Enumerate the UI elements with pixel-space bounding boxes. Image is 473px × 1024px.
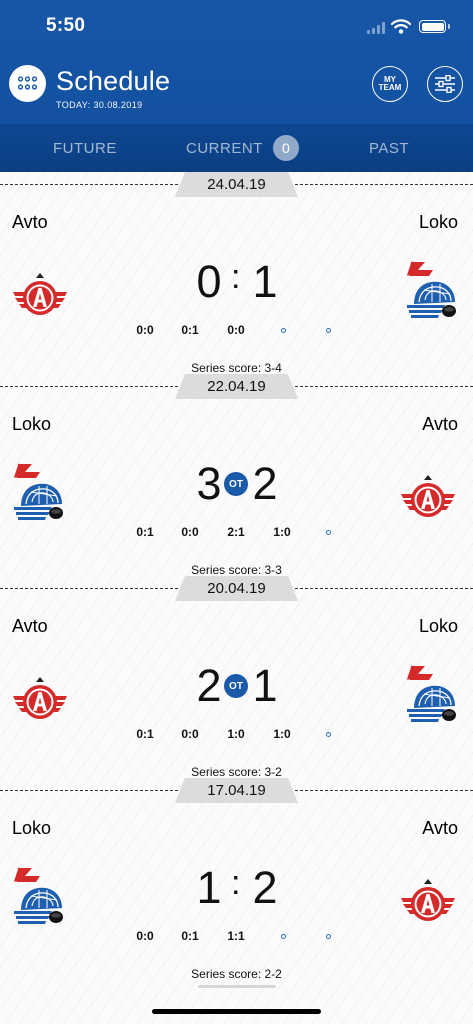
away-team-name: Avto [422, 414, 458, 434]
home-team-avto-logo [12, 674, 68, 728]
away-team-name: Avto [422, 818, 458, 838]
home-team-name: Loko [12, 414, 52, 434]
filter-button[interactable] [427, 66, 463, 102]
period-score: 1:0 [273, 525, 291, 539]
period-score: 0:0 [136, 929, 154, 943]
home-score: 2 [196, 660, 222, 711]
tab-current[interactable]: CURRENT 0 [186, 124, 299, 172]
home-team-avto-logo [12, 270, 68, 324]
series-score: Series score: 3-2 [191, 765, 282, 779]
period-score: 1:0 [227, 727, 245, 741]
away-score: 2 [252, 862, 278, 913]
empty-period-dot [281, 934, 286, 939]
match-card[interactable]: Loko Avto 3 2 OT 0:1 0:0 2:1 1:0 Series score: 3… [0, 400, 473, 577]
empty-period-dot [326, 934, 331, 939]
empty-period-dot [326, 732, 331, 737]
tab-current-count-badge: 0 [272, 135, 299, 161]
cellular-signal-icon [367, 22, 387, 34]
period-score: 0:1 [181, 323, 199, 337]
home-team-loko-logo [12, 462, 66, 526]
menu-button[interactable] [9, 65, 46, 102]
battery-icon [419, 20, 450, 33]
away-team-name: Loko [418, 616, 458, 636]
home-score: 3 [196, 458, 222, 509]
page-title: Schedule [56, 66, 171, 96]
status-time: 5:50 [46, 15, 86, 36]
period-scores: 0:1 0:0 1:0 1:0 [0, 727, 473, 743]
period-score: 0:1 [136, 727, 154, 741]
tab-past[interactable]: PAST [369, 124, 409, 172]
score-separator: : [231, 258, 241, 296]
home-score: 1 [196, 862, 222, 913]
period-score: 2:1 [227, 525, 245, 539]
date-separator: 20.04.19 [0, 576, 473, 602]
period-score: 0:0 [181, 525, 199, 539]
sliders-icon [435, 75, 455, 93]
period-scores: 0:1 0:0 2:1 1:0 [0, 525, 473, 541]
away-team-loko-logo [405, 260, 459, 324]
date-separator: 22.04.19 [0, 374, 473, 400]
match-date: 20.04.19 [175, 576, 298, 601]
period-score: 1:1 [227, 929, 245, 943]
scroll-indicator [198, 985, 276, 988]
home-indicator[interactable] [152, 1009, 321, 1014]
home-score: 0 [196, 256, 222, 307]
home-team-name: Loko [12, 818, 52, 838]
period-score: 0:1 [181, 929, 199, 943]
tab-future[interactable]: FUTURE [53, 124, 117, 172]
my-team-button[interactable]: MY TEAM [372, 66, 408, 102]
series-score: Series score: 2-2 [191, 967, 282, 981]
period-score: 0:0 [136, 323, 154, 337]
my-team-label-line2: TEAM [378, 83, 402, 92]
today-value: 30.08.2019 [93, 100, 143, 110]
overtime-badge: OT [224, 472, 248, 496]
today-date: TODAY: 30.08.2019 [56, 100, 143, 110]
away-team-name: Loko [418, 212, 458, 232]
grid-menu-icon [17, 76, 38, 90]
away-score: 1 [252, 660, 278, 711]
period-scores: 0:0 0:1 1:1 [0, 929, 473, 945]
tab-future-label: FUTURE [53, 139, 117, 157]
match-card[interactable]: Loko Avto 1 2: 0:0 0:1 1:1 Series score: 2-2 [0, 804, 473, 981]
today-label: TODAY: [56, 100, 91, 110]
date-separator: 17.04.19 [0, 778, 473, 804]
away-score: 1 [252, 256, 278, 307]
status-bar: 5:50 [0, 0, 473, 54]
home-team-name: Avto [12, 212, 48, 232]
wifi-icon [391, 19, 411, 34]
period-score: 0:0 [181, 727, 199, 741]
match-card[interactable]: Avto Loko 2 1 OT 0:1 0:0 1:0 1:0 Series score: 3… [0, 602, 473, 779]
empty-period-dot [326, 328, 331, 333]
tab-past-label: PAST [369, 139, 410, 157]
score-separator: : [231, 864, 241, 902]
away-team-avto-logo [400, 876, 456, 930]
home-team-loko-logo [12, 866, 66, 930]
match-card[interactable]: Avto Loko 0 1: 0:0 0:1 0:0 Series score: 3-4 [0, 198, 473, 375]
match-date: 22.04.19 [175, 374, 298, 399]
date-separator: 24.04.19 [0, 172, 473, 198]
empty-period-dot [326, 530, 331, 535]
period-scores: 0:0 0:1 0:0 [0, 323, 473, 339]
series-score: Series score: 3-3 [191, 563, 282, 577]
app-header: 5:50 Schedule TODAY: 30.08.2019 MY TEAM [0, 0, 473, 124]
tab-current-label: CURRENT [186, 139, 263, 157]
schedule-tabs: FUTURE CURRENT 0 PAST [0, 124, 473, 172]
away-team-loko-logo [405, 664, 459, 728]
period-score: 1:0 [273, 727, 291, 741]
match-date: 24.04.19 [175, 172, 298, 197]
period-score: 0:0 [227, 323, 245, 337]
series-score: Series score: 3-4 [191, 361, 282, 375]
period-score: 0:1 [136, 525, 154, 539]
away-team-avto-logo [400, 472, 456, 526]
match-date: 17.04.19 [175, 778, 298, 803]
away-score: 2 [252, 458, 278, 509]
home-team-name: Avto [12, 616, 48, 636]
match-list[interactable]: 24.04.19 Avto Loko 0 1:0:0 0:1 0:0 Series scor… [0, 172, 473, 1024]
empty-period-dot [281, 328, 286, 333]
overtime-badge: OT [224, 674, 248, 698]
